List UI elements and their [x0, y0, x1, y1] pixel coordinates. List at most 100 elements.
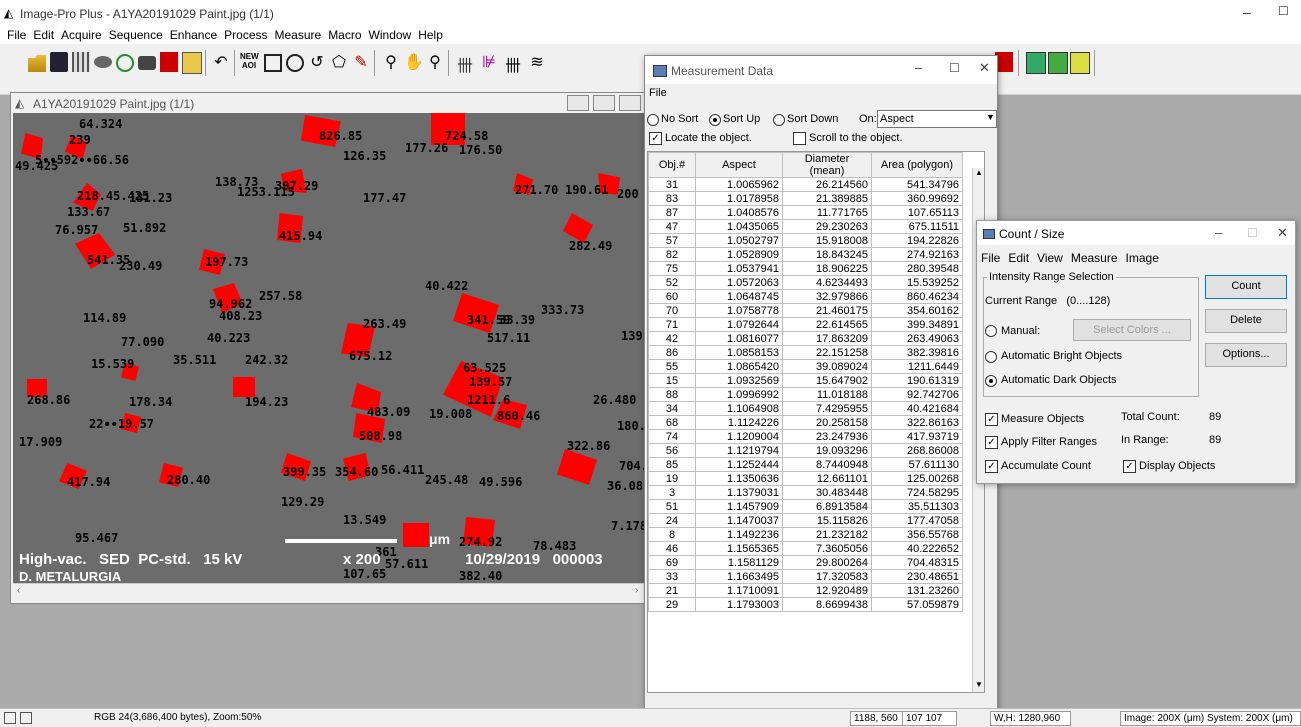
minimize-button[interactable]: – — [1215, 225, 1222, 240]
column-header-area[interactable]: Area (polygon) — [871, 152, 963, 178]
table-row[interactable]: 87 1.0408576 11.771765 107.65113 — [648, 205, 963, 220]
undo-icon[interactable]: ↶ — [212, 52, 230, 72]
manual-radio[interactable] — [985, 325, 997, 337]
table-row[interactable]: 88 1.0996992 11.018188 92.742706 — [648, 387, 963, 402]
table-row[interactable]: 29 1.1793003 8.6699438 57.059879 — [648, 597, 963, 612]
automatic-dark-radio[interactable] — [985, 375, 997, 387]
table-row[interactable]: 69 1.1581129 29.800264 704.48315 — [648, 555, 963, 570]
options-button[interactable]: Options... — [1205, 343, 1287, 367]
table-row[interactable]: 51 1.1457909 6.8913584 35.511303 — [648, 499, 963, 514]
table-row[interactable]: 47 1.0435065 29.230263 675.11511 — [648, 219, 963, 234]
table-row[interactable]: 74 1.1209004 23.247936 417.93719 — [648, 429, 963, 444]
sort-down-radio[interactable] — [773, 114, 785, 126]
table-row[interactable]: 83 1.0178958 21.389885 360.99692 — [648, 191, 963, 206]
minimize-button[interactable] — [567, 95, 589, 111]
table-row[interactable]: 71 1.0792644 22.614565 399.34891 — [648, 317, 963, 332]
open-icon[interactable] — [28, 55, 46, 72]
maximize-button[interactable]: ☐ — [1247, 226, 1258, 240]
zoom-icon[interactable]: ⚲ — [382, 52, 400, 72]
ellipse-icon[interactable] — [286, 54, 304, 72]
table-row[interactable]: 8 1.1492236 21.232182 356.55768 — [648, 527, 963, 542]
print-icon[interactable] — [138, 56, 156, 70]
sort-up-radio[interactable] — [709, 114, 721, 126]
menu-enhance[interactable]: Enhance — [170, 28, 217, 42]
menu-help[interactable]: Help — [418, 28, 443, 42]
column-header-diameter[interactable]: Diameter (mean) — [782, 152, 872, 178]
close-button[interactable]: ✕ — [979, 60, 990, 76]
tape-icon[interactable] — [94, 56, 112, 68]
macro-icon[interactable] — [1048, 52, 1068, 74]
table-row[interactable]: 60 1.0648745 32.979866 860.46234 — [648, 289, 963, 304]
lasso-icon[interactable] — [116, 54, 134, 72]
menu-view[interactable]: View — [1037, 251, 1063, 265]
menu-measure[interactable]: Measure — [275, 28, 322, 42]
restore-button[interactable] — [593, 95, 615, 111]
menu-image[interactable]: Image — [1126, 251, 1159, 265]
table-row[interactable]: 70 1.0758778 21.460175 354.60162 — [648, 303, 963, 318]
maximize-button[interactable]: ☐ — [949, 61, 960, 75]
table-row[interactable]: 68 1.1124226 20.258158 322.86163 — [648, 415, 963, 430]
select-colors-button[interactable]: Select Colors ... — [1073, 319, 1191, 341]
display-objects-checkbox[interactable]: ✓ — [1123, 460, 1136, 473]
table-row[interactable]: 42 1.0816077 17.863209 263.49063 — [648, 331, 963, 346]
mail-icon[interactable] — [182, 52, 202, 74]
pen-icon[interactable]: ✎ — [352, 52, 370, 72]
line-profile-icon[interactable]: 卌 — [504, 52, 522, 75]
no-sort-radio[interactable] — [647, 114, 659, 126]
accumulate-count-checkbox[interactable]: ✓ — [985, 460, 998, 473]
rectangle-icon[interactable] — [264, 54, 282, 72]
table-row[interactable]: 82 1.0528909 18.843245 274.92163 — [648, 247, 963, 262]
menu-edit[interactable]: Edit — [33, 28, 54, 42]
micrograph-image[interactable]: 64.324 239 5∙∙592∙∙66.56 49.425 826.85 1… — [13, 113, 649, 583]
scroll-object-checkbox[interactable] — [793, 132, 806, 145]
close-button[interactable] — [619, 95, 641, 111]
minimize-button[interactable]: – — [915, 60, 922, 75]
table-row[interactable]: 15 1.0932569 15.647902 190.61319 — [648, 373, 963, 388]
count-button[interactable]: Count — [1205, 275, 1287, 299]
maximize-button[interactable]: ☐ — [1278, 4, 1289, 18]
scroll-up-icon[interactable]: ▲ — [975, 168, 983, 177]
histogram-icon[interactable]: ⊯ — [480, 52, 498, 72]
menu-process[interactable]: Process — [224, 28, 267, 42]
table-row[interactable]: 21 1.1710091 12.920489 131.23260 — [648, 583, 963, 598]
menu-macro[interactable]: Macro — [328, 28, 361, 42]
menu-measure[interactable]: Measure — [1071, 251, 1118, 265]
menu-file[interactable]: File — [981, 251, 1000, 265]
save-icon[interactable] — [50, 52, 68, 72]
table-row[interactable]: 3 1.1379031 30.483448 724.58295 — [648, 485, 963, 500]
minimize-button[interactable]: – — [1243, 4, 1251, 20]
scroll-down-icon[interactable]: ▼ — [975, 680, 983, 689]
column-header-aspect[interactable]: Aspect — [695, 152, 783, 178]
table-row[interactable]: 75 1.0537941 18.906225 280.39548 — [648, 261, 963, 276]
table-row[interactable]: 33 1.1663495 17.320583 230.48651 — [648, 569, 963, 584]
apply-filter-checkbox[interactable]: ✓ — [985, 436, 998, 449]
table-row[interactable]: 85 1.1252444 8.7440948 57.611130 — [648, 457, 963, 472]
database-icon[interactable] — [1026, 52, 1046, 74]
polygon-icon[interactable]: ⬠ — [330, 52, 348, 72]
table-row[interactable]: 46 1.1565365 7.3605056 40.222652 — [648, 541, 963, 556]
menu-file[interactable]: File — [7, 28, 26, 42]
column-header-obj[interactable]: Obj.# — [648, 152, 696, 178]
measure-icon[interactable]: 卌 — [456, 52, 474, 75]
table-row[interactable]: 24 1.1470037 15.115826 177.47058 — [648, 513, 963, 528]
zoom-out-icon[interactable]: ⚲ — [426, 52, 444, 72]
wand-icon[interactable] — [1070, 52, 1090, 74]
table-row[interactable]: 52 1.0572063 4.6234493 15.539252 — [648, 275, 963, 290]
table-row[interactable]: 56 1.1219794 19.093296 268.86008 — [648, 443, 963, 458]
menu-acquire[interactable]: Acquire — [61, 28, 102, 42]
table-row[interactable]: 34 1.1064908 7.4295955 40.421684 — [648, 401, 963, 416]
table-row[interactable]: 19 1.1350636 12.661101 125.00268 — [648, 471, 963, 486]
measure-objects-checkbox[interactable]: ✓ — [985, 413, 998, 426]
sort-field-select[interactable]: Aspect ▼ — [877, 110, 997, 128]
grid-icon[interactable] — [72, 52, 90, 72]
layers-icon[interactable]: ≋ — [528, 52, 546, 72]
menu-file[interactable]: File — [649, 87, 667, 99]
horizontal-scrollbar[interactable]: ‹ › — [13, 583, 649, 600]
scroll-right-icon[interactable]: › — [635, 585, 638, 596]
locate-object-checkbox[interactable]: ✓ — [649, 132, 662, 145]
scroll-left-icon[interactable]: ‹ — [17, 585, 20, 596]
table-row[interactable]: 31 1.0065962 26.214560 541.34796 — [648, 177, 963, 192]
table-row[interactable]: 57 1.0502797 15.918008 194.22826 — [648, 233, 963, 248]
pan-hand-icon[interactable]: ✋ — [404, 52, 424, 72]
menu-sequence[interactable]: Sequence — [109, 28, 163, 42]
